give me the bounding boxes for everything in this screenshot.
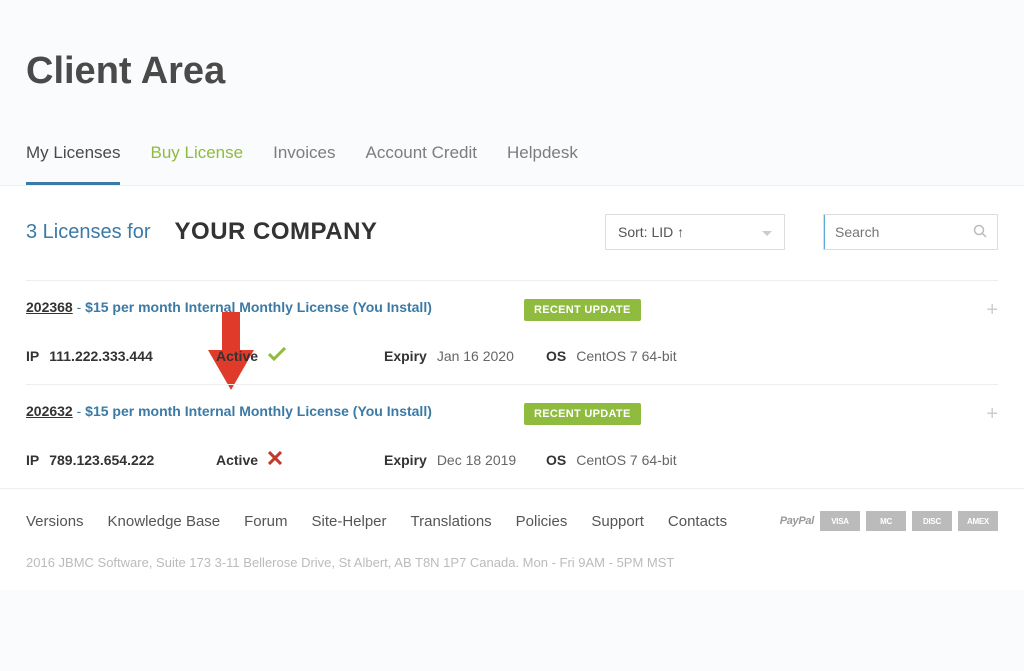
license-list-wrap: 202368 - $15 per month Internal Monthly …	[0, 280, 1024, 488]
license-id-link[interactable]: 202632	[26, 403, 73, 419]
os-label: OS	[546, 452, 566, 468]
os-value: CentOS 7 64-bit	[576, 452, 676, 468]
tab-my-licenses[interactable]: My Licenses	[26, 143, 120, 185]
expand-icon[interactable]: +	[986, 403, 998, 426]
license-row: 202632 - $15 per month Internal Monthly …	[26, 384, 998, 488]
ip-value: 789.123.654.222	[49, 452, 154, 468]
status-badge: RECENT UPDATE	[524, 299, 641, 321]
license-price: $15	[85, 299, 108, 315]
status-badge: RECENT UPDATE	[524, 403, 641, 425]
footer-link-translations[interactable]: Translations	[411, 513, 492, 530]
tab-buy-license[interactable]: Buy License	[150, 143, 243, 185]
license-header: 202632 - $15 per month Internal Monthly …	[26, 403, 998, 425]
tab-invoices[interactable]: Invoices	[273, 143, 335, 185]
mastercard-icon: MC	[866, 511, 906, 531]
footer-link-support[interactable]: Support	[591, 513, 644, 530]
footer-link-forum[interactable]: Forum	[244, 513, 287, 530]
footer-link-site-helper[interactable]: Site-Helper	[311, 513, 386, 530]
expiry-label: Expiry	[384, 452, 427, 468]
license-count-text: 3 Licenses for	[26, 221, 151, 244]
page-header: Client Area My Licenses Buy License Invo…	[0, 0, 1024, 185]
license-details: IP 111.222.333.444 Active Expiry Jan 16 …	[26, 347, 998, 364]
ip-value: 111.222.333.444	[49, 348, 153, 364]
tab-helpdesk[interactable]: Helpdesk	[507, 143, 578, 185]
footer-link-versions[interactable]: Versions	[26, 513, 84, 530]
footer-link-policies[interactable]: Policies	[516, 513, 568, 530]
ip-label: IP	[26, 452, 39, 468]
tabs: My Licenses Buy License Invoices Account…	[26, 143, 1024, 185]
company-name: YOUR COMPANY	[175, 218, 378, 246]
footer: Versions Knowledge Base Forum Site-Helpe…	[0, 488, 1024, 541]
toolbar: 3 Licenses for YOUR COMPANY Sort: LID ↑	[0, 186, 1024, 280]
main-content: 3 Licenses for YOUR COMPANY Sort: LID ↑ …	[0, 185, 1024, 590]
page-title: Client Area	[26, 50, 1024, 93]
copyright: 2016 JBMC Software, Suite 173 3-11 Belle…	[0, 541, 1024, 590]
tab-account-credit[interactable]: Account Credit	[365, 143, 477, 185]
license-id-link[interactable]: 202368	[26, 299, 73, 315]
expiry-value: Dec 18 2019	[437, 452, 516, 468]
active-label: Active	[216, 348, 258, 364]
discover-icon: DISC	[912, 511, 952, 531]
paypal-icon: PayPal	[780, 511, 814, 531]
expiry-value: Jan 16 2020	[437, 348, 514, 364]
active-label: Active	[216, 452, 258, 468]
amex-icon: AMEX	[958, 511, 998, 531]
expiry-label: Expiry	[384, 348, 427, 364]
footer-link-kb[interactable]: Knowledge Base	[108, 513, 221, 530]
check-icon	[268, 347, 286, 364]
license-header: 202368 - $15 per month Internal Monthly …	[26, 299, 998, 321]
search-input[interactable]	[824, 215, 973, 249]
search-wrap[interactable]	[823, 214, 998, 250]
payment-icons: PayPal VISA MC DISC AMEX	[780, 511, 998, 531]
expand-icon[interactable]: +	[986, 299, 998, 322]
footer-link-contacts[interactable]: Contacts	[668, 513, 727, 530]
os-label: OS	[546, 348, 566, 364]
ip-label: IP	[26, 348, 39, 364]
license-title: 202368 - $15 per month Internal Monthly …	[26, 299, 516, 315]
license-price: $15	[85, 403, 108, 419]
license-row: 202368 - $15 per month Internal Monthly …	[26, 280, 998, 384]
search-icon	[973, 224, 987, 241]
sort-select[interactable]: Sort: LID ↑	[605, 214, 785, 250]
sort-label: Sort: LID ↑	[618, 224, 684, 240]
x-icon	[268, 451, 282, 468]
license-list: 202368 - $15 per month Internal Monthly …	[0, 280, 1024, 488]
os-value: CentOS 7 64-bit	[576, 348, 676, 364]
visa-icon: VISA	[820, 511, 860, 531]
license-details: IP 789.123.654.222 Active Expiry Dec 18 …	[26, 451, 998, 468]
license-title: 202632 - $15 per month Internal Monthly …	[26, 403, 516, 419]
